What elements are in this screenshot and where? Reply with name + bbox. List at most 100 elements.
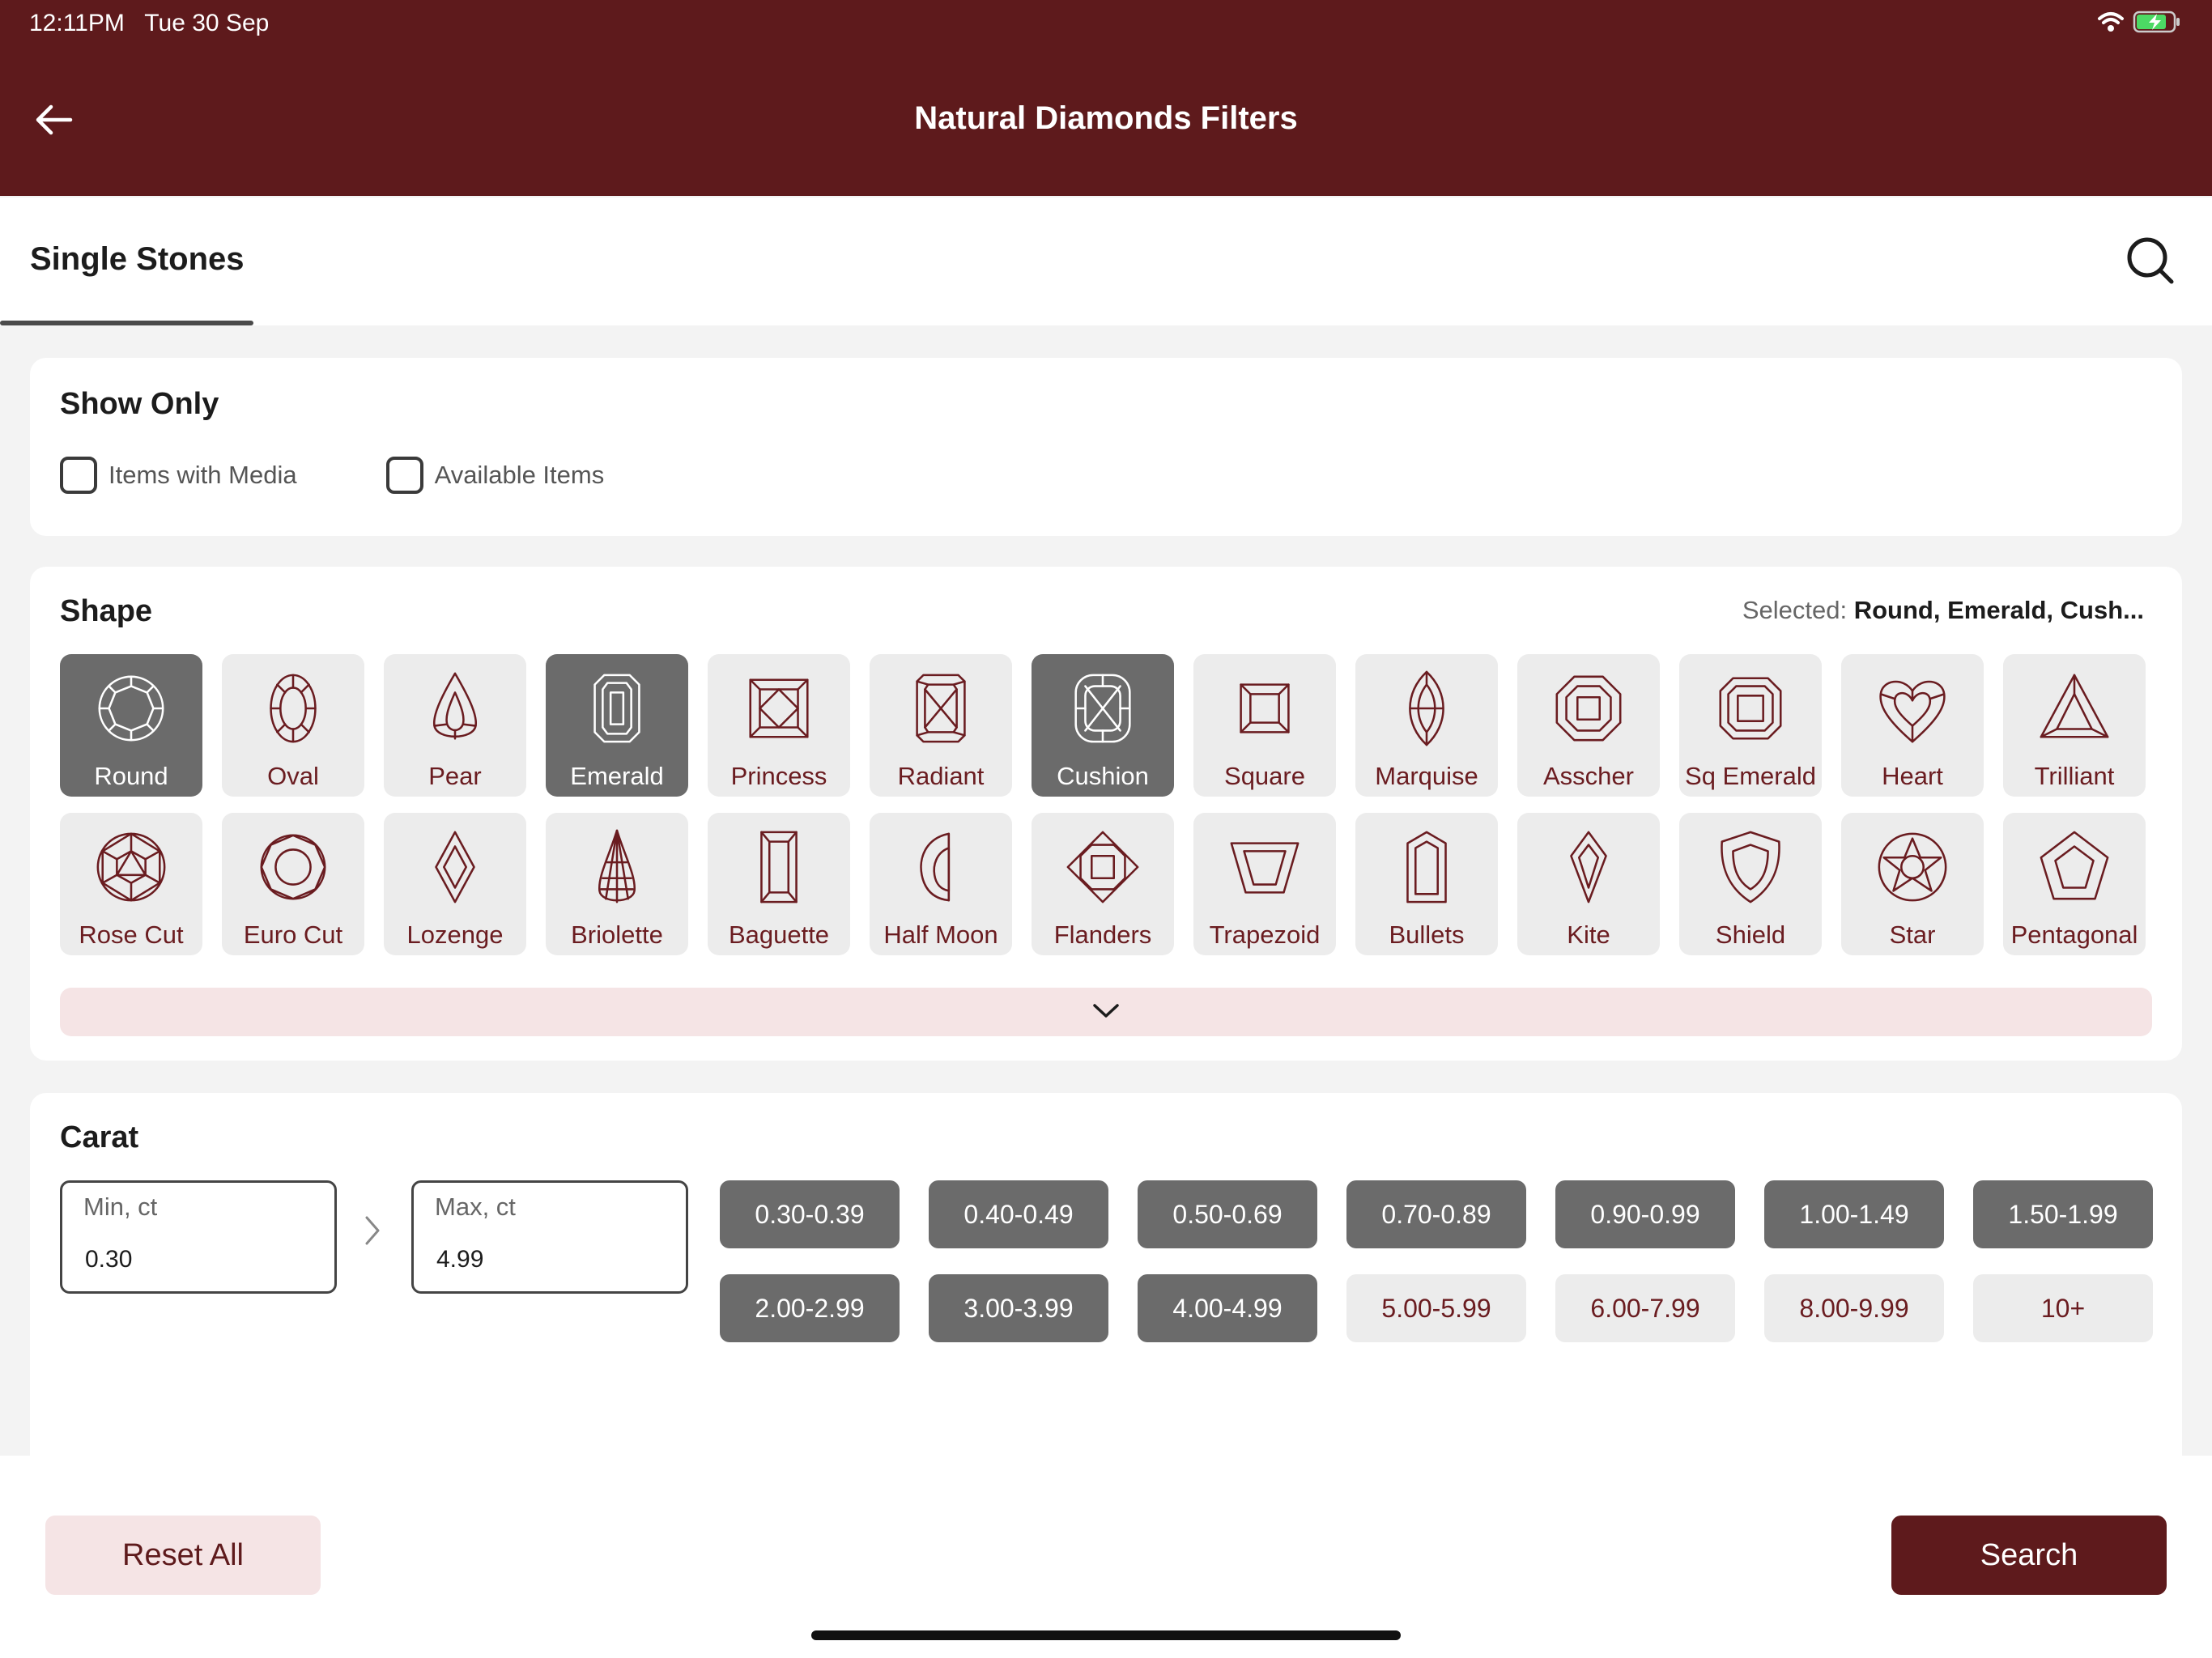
shape-label: Trapezoid	[1209, 920, 1321, 949]
carat-range-chip[interactable]: 4.00-4.99	[1138, 1274, 1317, 1342]
carat-range-chip[interactable]: 0.70-0.89	[1346, 1180, 1526, 1248]
pentagonal-shape-icon	[2035, 827, 2114, 911]
tab-label: Single Stones	[30, 241, 245, 277]
checkbox-label: Items with Media	[108, 461, 297, 489]
shape-tile-trilliant[interactable]: Trilliant	[2003, 654, 2146, 797]
trilliant-shape-icon	[2035, 669, 2114, 752]
selected-prefix: Selected:	[1742, 596, 1848, 624]
footer-actions: Reset All Search	[0, 1456, 2212, 1658]
show-only-card: Show Only Items with Media Available Ite…	[30, 358, 2182, 536]
cushion-shape-icon	[1063, 669, 1142, 752]
carat-range-chip[interactable]: 1.00-1.49	[1764, 1180, 1944, 1248]
shape-tile-emerald[interactable]: Emerald	[546, 654, 688, 797]
shield-shape-icon	[1711, 827, 1790, 911]
carat-range-chip[interactable]: 2.00-2.99	[720, 1274, 900, 1342]
shape-tile-princess[interactable]: Princess	[708, 654, 850, 797]
carat-range-chip[interactable]: 8.00-9.99	[1764, 1274, 1944, 1342]
lozenge-shape-icon	[415, 827, 495, 911]
carat-min-value: 0.30	[85, 1246, 133, 1273]
shape-tile-pentagonal[interactable]: Pentagonal	[2003, 813, 2146, 955]
tab-single-stones[interactable]: Single Stones	[0, 198, 253, 325]
selected-value: Round, Emerald, Cush...	[1853, 596, 2144, 624]
shape-tile-oval[interactable]: Oval	[222, 654, 364, 797]
carat-title: Carat	[60, 1120, 139, 1154]
shape-label: Square	[1224, 762, 1305, 790]
shape-label: Shield	[1715, 920, 1786, 949]
asscher-shape-icon	[1549, 669, 1628, 752]
half-moon-shape-icon	[901, 827, 981, 911]
carat-range-chip[interactable]: 6.00-7.99	[1555, 1274, 1735, 1342]
shape-label: Flanders	[1053, 920, 1152, 949]
carat-max-value: 4.99	[436, 1246, 484, 1273]
shape-tile-euro-cut[interactable]: Euro Cut	[222, 813, 364, 955]
shape-tile-flanders[interactable]: Flanders	[1032, 813, 1174, 955]
shape-tile-briolette[interactable]: Briolette	[546, 813, 688, 955]
checkbox-box[interactable]	[60, 457, 97, 494]
carat-card: Carat Min, ct 0.30 Max, ct 4.99 0.30-0.3…	[30, 1093, 2182, 1456]
items-with-media-checkbox[interactable]: Items with Media	[60, 457, 297, 494]
shape-tile-radiant[interactable]: Radiant	[870, 654, 1012, 797]
shape-tile-asscher[interactable]: Asscher	[1517, 654, 1660, 797]
shape-label: Radiant	[897, 762, 985, 790]
carat-range-chip[interactable]: 1.50-1.99	[1973, 1180, 2153, 1248]
carat-range-chip[interactable]: 10+	[1973, 1274, 2153, 1342]
shape-label: Heart	[1882, 762, 1943, 790]
shape-title: Shape	[60, 594, 153, 628]
shape-label: Emerald	[570, 762, 664, 790]
shape-tile-bullets[interactable]: Bullets	[1355, 813, 1498, 955]
shape-label: Lozenge	[406, 920, 504, 949]
app-header: 12:11PM Tue 30 Sep Natural Diamonds Filt	[0, 0, 2212, 196]
shape-label: Briolette	[571, 920, 663, 949]
search-icon-button[interactable]	[2121, 232, 2180, 290]
carat-range-chip[interactable]: 0.40-0.49	[929, 1180, 1108, 1248]
shape-label: Euro Cut	[243, 920, 343, 949]
emerald-shape-icon	[577, 669, 657, 752]
sq-emerald-shape-icon	[1711, 669, 1790, 752]
shape-tile-shield[interactable]: Shield	[1679, 813, 1822, 955]
carat-range-chip[interactable]: 0.50-0.69	[1138, 1180, 1317, 1248]
shape-tile-half-moon[interactable]: Half Moon	[870, 813, 1012, 955]
flanders-shape-icon	[1063, 827, 1142, 911]
shape-label: Bullets	[1389, 920, 1465, 949]
available-items-checkbox[interactable]: Available Items	[385, 457, 604, 494]
carat-max-input[interactable]: Max, ct 4.99	[411, 1180, 688, 1294]
shape-tile-trapezoid[interactable]: Trapezoid	[1193, 813, 1336, 955]
oval-shape-icon	[253, 669, 333, 752]
checkbox-box[interactable]	[385, 457, 423, 494]
shape-tile-cushion[interactable]: Cushion	[1032, 654, 1174, 797]
battery-icon	[2133, 10, 2183, 38]
shape-tile-marquise[interactable]: Marquise	[1355, 654, 1498, 797]
shape-selected-summary: Selected: Round, Emerald, Cush...	[1742, 596, 2144, 625]
shape-tile-heart[interactable]: Heart	[1841, 654, 1984, 797]
shape-tile-lozenge[interactable]: Lozenge	[384, 813, 526, 955]
kite-shape-icon	[1549, 827, 1628, 911]
search-button[interactable]: Search	[1891, 1516, 2167, 1595]
carat-min-label: Min, ct	[83, 1192, 158, 1221]
star-shape-icon	[1873, 827, 1952, 911]
shape-tile-rose-cut[interactable]: Rose Cut	[60, 813, 202, 955]
expand-shapes-button[interactable]	[60, 988, 2152, 1036]
carat-range-chip[interactable]: 5.00-5.99	[1346, 1274, 1526, 1342]
tab-active-indicator	[0, 321, 253, 325]
carat-range-chip[interactable]: 3.00-3.99	[929, 1274, 1108, 1342]
carat-range-grid: 0.30-0.39 0.40-0.49 0.50-0.69 0.70-0.89 0.90…	[720, 1180, 2153, 1342]
reset-all-button[interactable]: Reset All	[45, 1516, 321, 1595]
briolette-shape-icon	[577, 827, 657, 911]
shape-tile-star[interactable]: Star	[1841, 813, 1984, 955]
shape-tile-kite[interactable]: Kite	[1517, 813, 1660, 955]
shape-tile-sq-emerald[interactable]: Sq Emerald	[1679, 654, 1822, 797]
shape-label: Half Moon	[883, 920, 998, 949]
shape-tile-baguette[interactable]: Baguette	[708, 813, 850, 955]
carat-range-chip[interactable]: 0.30-0.39	[720, 1180, 900, 1248]
wifi-icon	[2097, 11, 2125, 37]
carat-min-input[interactable]: Min, ct 0.30	[60, 1180, 337, 1294]
heart-shape-icon	[1873, 669, 1952, 752]
princess-shape-icon	[739, 669, 819, 752]
shape-label: Pentagonal	[2010, 920, 2138, 949]
carat-range-chip[interactable]: 0.90-0.99	[1555, 1180, 1735, 1248]
bullets-shape-icon	[1387, 827, 1466, 911]
shape-tile-pear[interactable]: Pear	[384, 654, 526, 797]
shape-tile-round[interactable]: Round	[60, 654, 202, 797]
shape-tile-square[interactable]: Square	[1193, 654, 1336, 797]
shape-label: Oval	[267, 762, 319, 790]
